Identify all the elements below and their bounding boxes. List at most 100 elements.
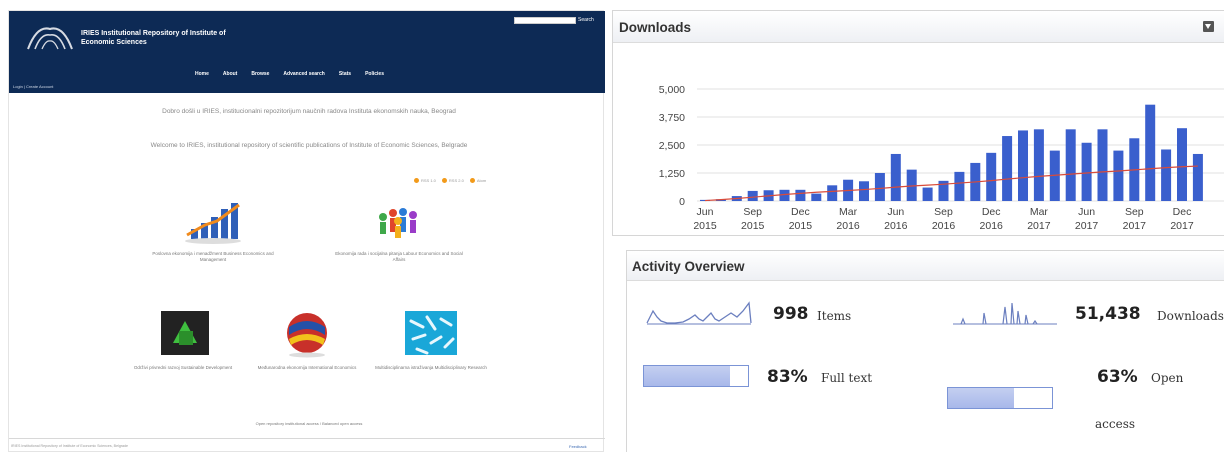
intro-serbian: Dobro došli u IRIES, institucionalni rep… <box>162 108 456 115</box>
open-access-note: Open repository institutional access / B… <box>255 421 363 426</box>
openaccess-percent: 63% <box>1097 367 1138 387</box>
downloads-title: Downloads <box>619 20 692 35</box>
community-multidisciplinary-research[interactable]: Multidisciplinarna istraživanja Multidis… <box>361 309 501 371</box>
repository-homepage: IRIES Institutional Repository of Instit… <box>8 10 605 452</box>
flag-globe-icon <box>287 313 327 358</box>
feed-rss2[interactable]: RSS 2.0 <box>441 178 464 184</box>
nav-about[interactable]: About <box>223 71 237 77</box>
chart-bar <box>1002 136 1013 201</box>
community-caption: Poslovna ekonomija i menadžment Business… <box>152 251 274 262</box>
chart-bar <box>874 173 885 201</box>
community-caption: Ekonomija rada i socijalna pitanja Labou… <box>335 251 463 262</box>
footer-text: IRIES Institutional Repository of Instit… <box>11 444 129 448</box>
top-navigation: Home About Browse Advanced search Stats … <box>195 71 384 77</box>
openaccess-label: Open <box>1151 371 1184 385</box>
y-tick-label: 1,250 <box>659 168 685 180</box>
chart-bar <box>954 171 965 201</box>
chart-bar <box>1018 130 1028 201</box>
collapse-arrow-icon[interactable] <box>1203 21 1214 32</box>
chart-bar <box>986 152 997 201</box>
community-international-economics[interactable]: Međunarodna ekonomija International Econ… <box>237 309 377 371</box>
downloads-panel-header: Downloads <box>613 11 1224 43</box>
chart-bar <box>827 185 838 201</box>
fulltext-progress-bar <box>643 365 749 387</box>
rss-icon <box>414 178 419 184</box>
community-business-economics[interactable]: Poslovna ekonomija i menadžment Business… <box>143 197 283 263</box>
x-tick-year: 2016 <box>980 220 1004 232</box>
x-tick-month: Jun <box>887 206 904 218</box>
feed-atom[interactable]: Atom <box>469 178 487 184</box>
activity-panel-header: Activity Overview <box>627 251 1224 281</box>
chart-bar <box>1161 149 1172 201</box>
fulltext-label: Full text <box>821 371 873 385</box>
items-label: Items <box>817 309 852 323</box>
chart-bar <box>1081 142 1092 201</box>
chart-bar <box>1113 150 1124 201</box>
growth-chart-icon <box>185 203 241 244</box>
nav-policies[interactable]: Policies <box>365 71 384 77</box>
rss-icon <box>441 178 447 184</box>
chart-bar <box>1192 153 1203 201</box>
feed-rss1[interactable]: RSS 1.0 <box>414 178 436 184</box>
chart-bar <box>922 187 933 201</box>
y-tick-label: 2,500 <box>659 140 685 152</box>
y-tick-label: 5,000 <box>659 84 685 96</box>
nav-stats[interactable]: Stats <box>339 71 351 77</box>
x-tick-year: 2015 <box>693 220 717 232</box>
feed-rss2-label: RSS 2.0 <box>448 178 464 183</box>
feedback-link[interactable]: Feedback <box>569 444 587 449</box>
chart-bar <box>859 181 869 201</box>
x-tick-year: 2016 <box>932 220 956 232</box>
items-count: 998 <box>773 304 809 324</box>
activity-overview-panel: Activity Overview 998 Items 51,438 Downl… <box>626 250 1224 452</box>
x-tick-year: 2016 <box>884 220 908 232</box>
page: IRIES Institutional Repository of Instit… <box>0 0 1224 452</box>
openaccess-progress-bar <box>947 387 1053 409</box>
nav-advanced-search[interactable]: Advanced search <box>283 71 324 77</box>
x-tick-year: 2015 <box>741 220 765 232</box>
community-sustainable-development[interactable]: Održivi privredni razvoj Sustainable Dev… <box>113 309 253 371</box>
x-tick-month: Dec <box>982 206 1001 218</box>
trend-line <box>704 165 1198 202</box>
openaccess-progress-fill <box>948 388 1014 408</box>
site-header: IRIES Institutional Repository of Instit… <box>9 11 605 93</box>
downloads-panel: Downloads 5,000 3,750 2,500 1,250 0 Jun 2015 Se… <box>612 10 1224 236</box>
site-title[interactable]: IRIES Institutional Repository of Instit… <box>81 29 241 47</box>
recycle-icon <box>161 311 209 355</box>
fulltext-percent: 83% <box>767 367 808 387</box>
x-tick-year: 2016 <box>836 220 860 232</box>
feed-rss1-label: RSS 1.0 <box>421 178 436 183</box>
repository-logo[interactable] <box>23 23 77 53</box>
x-tick-month: Sep <box>1125 206 1144 218</box>
nav-home[interactable]: Home <box>195 71 209 77</box>
x-tick-month: Dec <box>791 206 810 218</box>
x-tick-month: Sep <box>743 206 762 218</box>
community-labour-economics[interactable]: Ekonomija rada i socijalna pitanja Labou… <box>329 197 469 263</box>
x-tick-year: 2017 <box>1027 220 1051 232</box>
community-caption: Održivi privredni razvoj Sustainable Dev… <box>133 365 233 370</box>
x-tick-year: 2017 <box>1123 220 1147 232</box>
search-button[interactable]: Search <box>578 17 594 23</box>
chart-bar <box>795 189 806 201</box>
openaccess-label-access: access <box>1095 417 1136 431</box>
downloads-sparkline-icon <box>953 302 1057 325</box>
community-caption: Međunarodna ekonomija International Econ… <box>257 365 357 370</box>
x-tick-month: Dec <box>1173 206 1192 218</box>
login-link[interactable]: Login | Create Account <box>13 84 53 89</box>
nav-browse[interactable]: Browse <box>251 71 269 77</box>
items-sparkline-icon <box>646 301 752 325</box>
chart-bar <box>1065 129 1076 201</box>
downloads-chart: 5,000 3,750 2,500 1,250 0 Jun 2015 Sep 2015 Dec 20… <box>659 84 1224 232</box>
feed-atom-label: Atom <box>476 178 487 183</box>
chart-bar <box>1177 128 1187 201</box>
intro-english: Welcome to IRIES, institutional reposito… <box>150 142 468 149</box>
downloads-label: Downloads <box>1157 309 1224 323</box>
x-tick-month: Sep <box>934 206 953 218</box>
y-tick-label: 0 <box>679 196 685 208</box>
molecules-icon <box>405 311 457 355</box>
y-tick-label: 3,750 <box>659 112 685 124</box>
x-tick-month: Jun <box>1078 206 1095 218</box>
x-tick-year: 2017 <box>1075 220 1099 232</box>
search-input[interactable] <box>514 17 576 24</box>
people-circle-icon <box>379 208 417 238</box>
